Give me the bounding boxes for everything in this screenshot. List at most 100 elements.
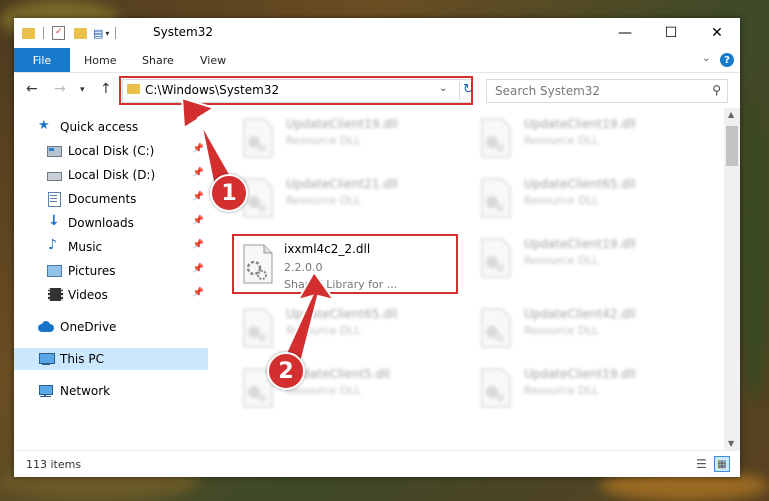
folder-icon[interactable]	[22, 27, 35, 39]
file-name: UpdateClient65.dll	[524, 177, 636, 191]
sidebar-item-documents[interactable]: Documents 📌	[14, 188, 208, 210]
recent-locations-icon[interactable]: ▾	[80, 85, 85, 95]
file-name: UpdateClient65.dll	[286, 307, 398, 321]
sidebar-item-this-pc[interactable]: This PC	[14, 348, 208, 370]
file-name: UpdateClient19.dll	[524, 367, 636, 381]
search-icon[interactable]: ⚲	[712, 83, 721, 97]
film-icon	[46, 288, 63, 302]
file-description: Resource DLL	[524, 254, 599, 267]
file-name: UpdateClient42.dll	[524, 307, 636, 321]
sidebar-item-onedrive[interactable]: OneDrive	[14, 316, 208, 338]
drive-icon	[46, 168, 62, 182]
file-list: UpdateClient19.dll Resource DLL UpdateCl…	[212, 108, 722, 450]
dll-file-icon	[481, 308, 511, 348]
large-icons-view-icon[interactable]: ▦	[714, 456, 730, 472]
search-placeholder: Search System32	[495, 84, 601, 98]
callout-number-2: 2	[267, 352, 305, 390]
file-name: UpdateClient21.dll	[286, 177, 398, 191]
network-icon	[38, 384, 54, 398]
tab-view[interactable]: View	[200, 48, 226, 72]
pin-icon[interactable]: 📌	[193, 240, 204, 250]
file-item[interactable]: UpdateClient65.dll Resource DLL	[234, 304, 454, 356]
sidebar-item-music[interactable]: ♪ Music 📌	[14, 236, 208, 258]
file-description: Resource DLL	[524, 194, 599, 207]
minimize-button[interactable]: —	[602, 18, 648, 48]
explorer-window: ✓ ▤ ▾ System32 — ☐ ✕ File Home Share Vie…	[14, 18, 740, 477]
pin-icon[interactable]: 📌	[193, 168, 204, 178]
vertical-scrollbar[interactable]: ▲ ▼	[724, 108, 740, 450]
pin-icon[interactable]: 📌	[193, 288, 204, 298]
pictures-icon	[46, 264, 62, 278]
music-note-icon: ♪	[48, 237, 57, 253]
sidebar-item-quick-access[interactable]: ★ Quick access	[14, 116, 208, 138]
sidebar-item-label: This PC	[60, 352, 104, 366]
callout-number-1: 1	[210, 174, 248, 212]
chevron-down-icon[interactable]: ⌄	[702, 53, 710, 64]
separator	[43, 27, 44, 39]
pin-icon[interactable]: 📌	[193, 216, 204, 226]
file-item[interactable]: UpdateClient19.dll Resource DLL	[472, 114, 692, 166]
file-item[interactable]: UpdateClient19.dll Resource DLL	[234, 114, 454, 166]
sidebar-item-label: Music	[68, 240, 103, 254]
help-icon[interactable]: ?	[720, 53, 734, 67]
forward-arrow-icon[interactable]: →	[54, 81, 66, 97]
pin-icon[interactable]: 📌	[193, 144, 204, 154]
back-arrow-icon[interactable]: ←	[26, 81, 38, 97]
new-folder-icon[interactable]	[74, 27, 87, 39]
file-name: UpdateClient19.dll	[524, 117, 636, 131]
chevron-down-icon[interactable]: ▾	[105, 29, 109, 38]
file-name: UpdateClient19.dll	[286, 117, 398, 131]
tab-home[interactable]: Home	[84, 48, 116, 72]
file-item[interactable]: UpdateClient65.dll Resource DLL	[472, 174, 692, 226]
dll-file-icon	[243, 308, 273, 348]
file-description: Resource DLL	[286, 324, 361, 337]
sidebar-item-downloads[interactable]: ↓ Downloads 📌	[14, 212, 208, 234]
status-bar: 113 items ☰ ▦	[14, 450, 740, 477]
file-description: Resource DLL	[524, 384, 599, 397]
scrollbar-thumb[interactable]	[726, 126, 738, 166]
scroll-up-icon[interactable]: ▲	[728, 110, 734, 119]
sidebar-item-label: Local Disk (D:)	[68, 168, 156, 182]
sidebar-item-label: Videos	[68, 288, 108, 302]
sidebar-item-network[interactable]: Network	[14, 380, 208, 402]
sidebar-item-videos[interactable]: Videos 📌	[14, 284, 208, 306]
scroll-down-icon[interactable]: ▼	[728, 439, 734, 448]
title-bar: ✓ ▤ ▾ System32 — ☐ ✕	[14, 18, 740, 48]
quick-access-toolbar: ✓ ▤ ▾	[22, 25, 122, 41]
sidebar-item-label: Documents	[68, 192, 137, 206]
close-button[interactable]: ✕	[694, 18, 740, 48]
file-item[interactable]: UpdateClient42.dll Resource DLL	[472, 304, 692, 356]
sidebar-item-pictures[interactable]: Pictures 📌	[14, 260, 208, 282]
up-arrow-icon[interactable]: ↑	[100, 81, 112, 97]
dll-file-icon	[481, 178, 511, 218]
sidebar-item-label: Quick access	[60, 120, 139, 134]
maximize-button[interactable]: ☐	[648, 18, 694, 48]
window-title: System32	[153, 25, 214, 39]
sidebar-item-local-disk-c[interactable]: Local Disk (C:) 📌	[14, 140, 208, 162]
file-item[interactable]: UpdateClient19.dll Resource DLL	[472, 364, 692, 416]
sidebar-item-label: Network	[60, 384, 111, 398]
customize-icon[interactable]: ▤	[93, 27, 103, 40]
search-input[interactable]: Search System32 ⚲	[486, 79, 728, 103]
navigation-pane: ★ Quick access Local Disk (C:) 📌 Local D…	[14, 108, 208, 450]
details-view-icon[interactable]: ☰	[696, 457, 707, 471]
star-icon: ★	[38, 118, 50, 133]
download-arrow-icon: ↓	[48, 213, 60, 229]
tab-file[interactable]: File	[14, 48, 70, 72]
dll-file-icon	[481, 368, 511, 408]
dll-file-icon	[481, 238, 511, 278]
tab-share[interactable]: Share	[142, 48, 174, 72]
background-foliage	[740, 100, 769, 400]
file-item[interactable]: UpdateClient21.dll Resource DLL	[234, 174, 454, 226]
dll-file-icon	[481, 118, 511, 158]
properties-icon[interactable]: ✓	[52, 26, 65, 40]
sidebar-item-local-disk-d[interactable]: Local Disk (D:) 📌	[14, 164, 208, 186]
ribbon-tabs: File Home Share View ⌄ ?	[14, 48, 740, 72]
file-highlight-box	[232, 234, 458, 294]
pin-icon[interactable]: 📌	[193, 264, 204, 274]
navigation-bar: ← → ▾ ↑ C:\Windows\System32 ⌄ ↻ Search S…	[14, 72, 740, 109]
file-item[interactable]: UpdateClient19.dll Resource DLL	[472, 234, 692, 286]
computer-icon	[38, 352, 55, 366]
pin-icon[interactable]: 📌	[193, 192, 204, 202]
file-description: Resource DLL	[524, 324, 599, 337]
